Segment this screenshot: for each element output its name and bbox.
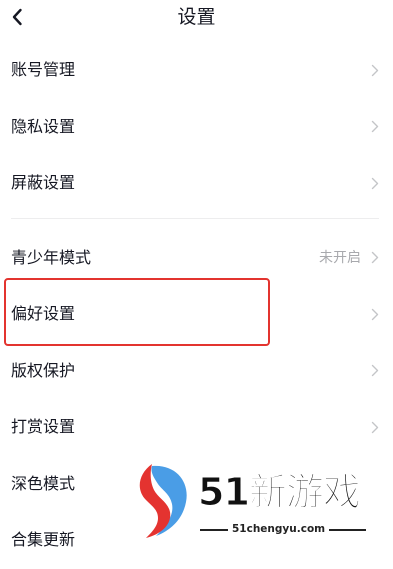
teen-mode-status: 未开启 xyxy=(319,249,361,266)
settings-item-privacy-settings[interactable]: 隐私设置 xyxy=(0,99,393,156)
chevron-right-icon xyxy=(370,307,380,321)
settings-item-label: 账号管理 xyxy=(11,60,76,80)
watermark: 51新游戏 51chengyu.com xyxy=(128,460,378,540)
section-divider xyxy=(11,218,379,219)
page-title: 设置 xyxy=(177,6,216,28)
settings-item-tip-settings[interactable]: 打赏设置 xyxy=(0,399,393,456)
settings-item-label: 版权保护 xyxy=(11,360,76,380)
chevron-right-icon xyxy=(370,420,380,434)
watermark-brand: 51新游戏 xyxy=(198,470,362,515)
chevron-right-icon xyxy=(370,63,380,77)
settings-item-account-management[interactable]: 账号管理 xyxy=(0,42,393,99)
settings-item-label: 合集更新 xyxy=(11,530,76,550)
chevron-right-icon xyxy=(370,364,380,378)
settings-item-label: 打赏设置 xyxy=(11,417,76,437)
annotation-highlight-box xyxy=(4,278,270,346)
chevron-right-icon xyxy=(370,176,380,190)
watermark-logo-icon xyxy=(139,464,187,538)
settings-item-copyright-protection[interactable]: 版权保护 xyxy=(0,343,393,400)
settings-item-label: 屏蔽设置 xyxy=(11,173,76,193)
navigation-bar: 设置 xyxy=(0,0,393,36)
watermark-url: 51chengyu.com xyxy=(228,522,330,536)
chevron-right-icon xyxy=(370,251,380,265)
chevron-right-icon xyxy=(370,120,380,134)
settings-item-label: 隐私设置 xyxy=(11,116,76,136)
settings-item-label: 深色模式 xyxy=(11,473,76,493)
settings-item-block-settings[interactable]: 屏蔽设置 xyxy=(0,155,393,212)
settings-item-label: 青少年模式 xyxy=(11,247,92,267)
